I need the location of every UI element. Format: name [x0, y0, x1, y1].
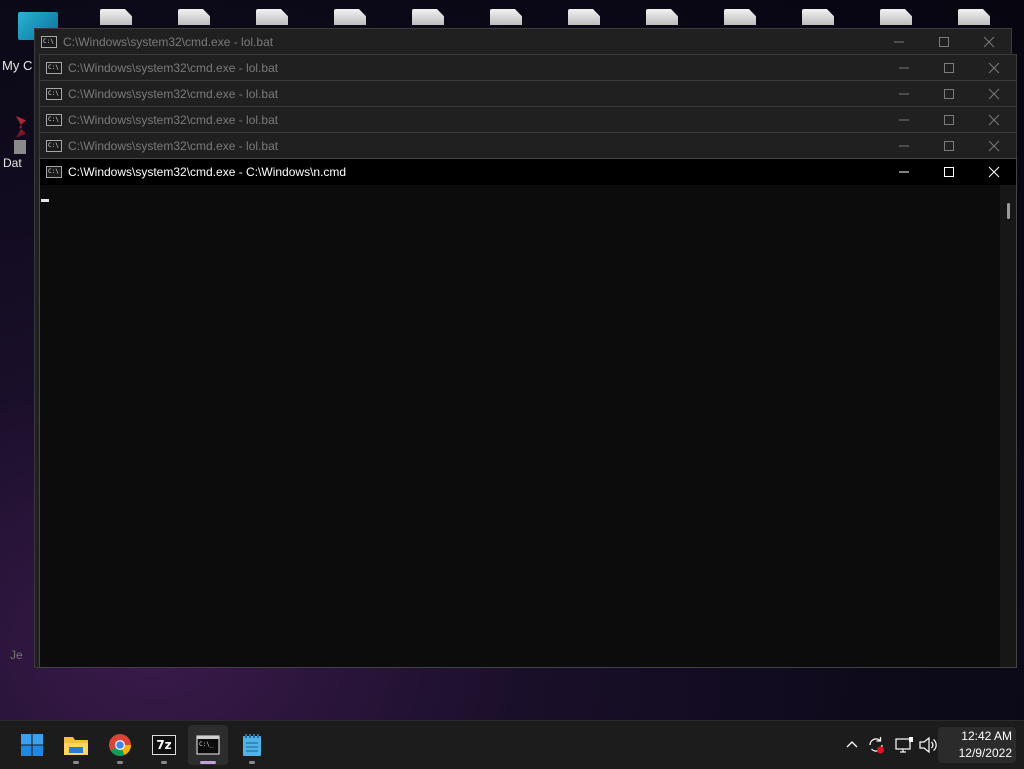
desktop-label-data[interactable]: Dat [3, 156, 22, 170]
close-button[interactable] [971, 159, 1016, 185]
desktop-label-my-computer[interactable]: My C [2, 58, 32, 73]
sync-error-icon [869, 737, 884, 754]
cmd-icon [46, 140, 62, 152]
vertical-scrollbar[interactable] [1000, 185, 1016, 667]
maximize-button[interactable] [926, 55, 971, 81]
chevron-up-icon [846, 741, 858, 748]
running-indicator [117, 761, 123, 764]
windows-logo-icon [21, 734, 43, 756]
file-icon[interactable] [724, 9, 756, 25]
maximize-button[interactable] [926, 159, 971, 185]
folder-icon [64, 737, 88, 755]
minimize-button[interactable] [881, 55, 926, 81]
notepad-icon [243, 734, 261, 756]
file-icon[interactable] [802, 9, 834, 25]
command-prompt-button[interactable]: C:\_ [188, 725, 228, 765]
text-cursor [41, 199, 49, 202]
7zip-button[interactable]: 7z [144, 725, 184, 765]
terminal-icon: C:\_ [196, 735, 220, 755]
show-hidden-icons-button[interactable] [842, 735, 862, 755]
file-explorer-button[interactable] [56, 725, 96, 765]
clock-button[interactable]: 12:42 AM 12/9/2022 [938, 727, 1016, 763]
file-icon[interactable] [256, 9, 288, 25]
console-output[interactable] [40, 185, 1000, 667]
title-bar[interactable]: C:\Windows\system32\cmd.exe - lol.bat [35, 29, 1011, 55]
sync-status-button[interactable] [866, 735, 886, 755]
clock-date: 12/9/2022 [958, 746, 1012, 760]
cmd-icon [46, 166, 62, 178]
file-icon[interactable] [178, 9, 210, 25]
clock-time: 12:42 AM [961, 729, 1012, 743]
cmd-icon [46, 88, 62, 100]
speaker-icon [919, 736, 937, 754]
window-title: C:\Windows\system32\cmd.exe - lol.bat [68, 139, 279, 153]
scrollbar-thumb[interactable] [1007, 203, 1010, 219]
chrome-icon [109, 734, 131, 756]
taskbar: 7z C:\_ 12:42 AM 12/9/2022 [0, 720, 1024, 769]
network-button[interactable] [894, 735, 914, 755]
window-title: C:\Windows\system32\cmd.exe - lol.bat [68, 61, 279, 75]
running-indicator [161, 761, 167, 764]
svg-text:C:\_: C:\_ [199, 741, 214, 748]
cmd-icon [46, 62, 62, 74]
close-button[interactable] [966, 29, 1011, 55]
close-button[interactable] [971, 81, 1016, 107]
file-icon[interactable] [880, 9, 912, 25]
volume-button[interactable] [918, 735, 938, 755]
file-icon[interactable] [646, 9, 678, 25]
start-button[interactable] [12, 725, 52, 765]
close-button[interactable] [971, 133, 1016, 159]
7zip-icon: 7z [152, 735, 176, 755]
notepad-button[interactable] [232, 725, 272, 765]
title-bar[interactable]: C:\Windows\system32\cmd.exe - lol.bat [40, 81, 1016, 107]
close-button[interactable] [971, 107, 1016, 133]
running-indicator [73, 761, 79, 764]
chrome-button[interactable] [100, 725, 140, 765]
file-icon[interactable] [100, 9, 132, 25]
active-indicator [200, 761, 216, 764]
minimize-button[interactable] [876, 29, 921, 55]
cmd-icon [41, 36, 57, 48]
running-indicator [249, 761, 255, 764]
desktop-label-je[interactable]: Je [10, 648, 23, 662]
file-icon[interactable] [958, 9, 990, 25]
window-title: C:\Windows\system32\cmd.exe - lol.bat [63, 35, 274, 49]
file-icon[interactable] [334, 9, 366, 25]
window-title: C:\Windows\system32\cmd.exe - lol.bat [68, 113, 279, 127]
network-icon [895, 737, 913, 753]
file-icon[interactable] [412, 9, 444, 25]
cmd-window-active[interactable]: C:\Windows\system32\cmd.exe - C:\Windows… [39, 158, 1017, 668]
file-icon[interactable] [490, 9, 522, 25]
minimize-button[interactable] [881, 159, 926, 185]
title-bar[interactable]: C:\Windows\system32\cmd.exe - lol.bat [40, 107, 1016, 133]
desktop-app-icon[interactable] [16, 116, 26, 138]
title-bar[interactable]: C:\Windows\system32\cmd.exe - lol.bat [40, 55, 1016, 81]
maximize-button[interactable] [926, 133, 971, 159]
maximize-button[interactable] [926, 107, 971, 133]
desktop-file-icon[interactable] [14, 140, 26, 154]
7zip-label: 7z [156, 738, 172, 752]
window-title: C:\Windows\system32\cmd.exe - C:\Windows… [68, 165, 347, 179]
maximize-button[interactable] [921, 29, 966, 55]
minimize-button[interactable] [881, 107, 926, 133]
close-button[interactable] [971, 55, 1016, 81]
minimize-button[interactable] [881, 133, 926, 159]
cmd-icon [46, 114, 62, 126]
minimize-button[interactable] [881, 81, 926, 107]
title-bar[interactable]: C:\Windows\system32\cmd.exe - lol.bat [40, 133, 1016, 159]
file-icon[interactable] [568, 9, 600, 25]
title-bar[interactable]: C:\Windows\system32\cmd.exe - C:\Windows… [40, 159, 1016, 185]
window-title: C:\Windows\system32\cmd.exe - lol.bat [68, 87, 279, 101]
maximize-button[interactable] [926, 81, 971, 107]
